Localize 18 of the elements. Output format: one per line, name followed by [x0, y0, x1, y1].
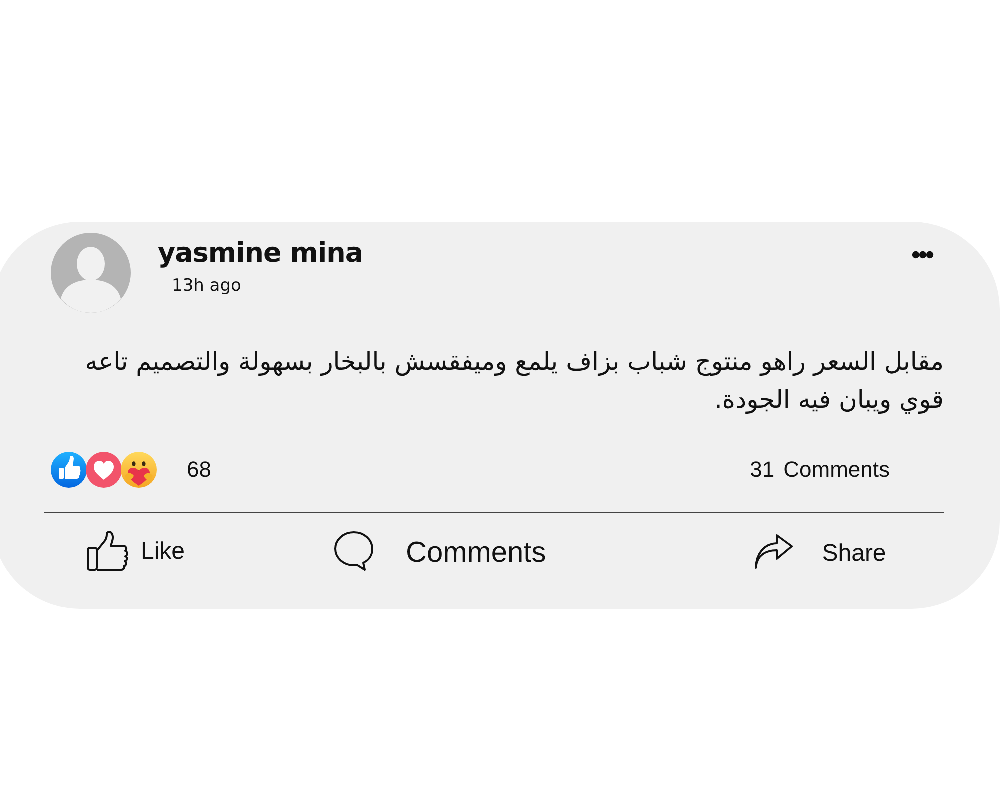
post-text: مقابل السعر راهو منتوج شباب بزاف يلمع وميفقسش بالبخار بسهولة والتصميم تاعه قوي ويبان فيه الجودة. [84, 346, 944, 416]
speech-bubble-icon [334, 531, 374, 572]
heart-reaction-icon [86, 452, 122, 488]
more-options-button[interactable] [912, 251, 934, 259]
share-button[interactable]: Share [754, 534, 886, 570]
hug-face-reaction-icon [121, 452, 157, 488]
author-name[interactable]: yasmine mina [158, 236, 364, 272]
reaction-count[interactable]: 68 [187, 457, 212, 483]
comment-count-label[interactable]: Comments [784, 457, 890, 483]
post-time: 13h ago [172, 275, 242, 297]
share-arrow-icon [754, 534, 794, 570]
more-icon [912, 251, 934, 259]
comment-count[interactable]: 31 [750, 457, 775, 483]
avatar-icon [51, 233, 131, 313]
thumbs-up-reaction-icon [51, 452, 87, 488]
thumbs-up-icon [87, 531, 129, 572]
comment-button[interactable]: Comments [334, 531, 546, 572]
like-button[interactable]: Like [87, 531, 186, 572]
